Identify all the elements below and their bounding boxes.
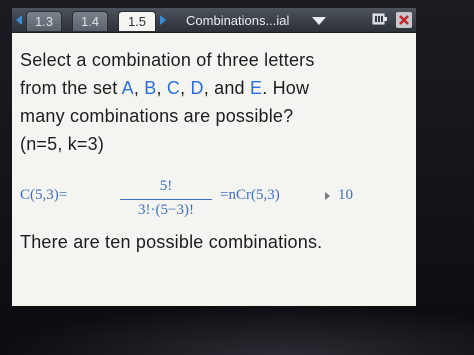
math-result: 10 (338, 187, 353, 203)
problem-line-2-prefix: from the set (20, 78, 122, 98)
battery-icon (372, 13, 387, 25)
right-arrow-icon[interactable] (160, 15, 166, 25)
result-arrow-icon (325, 192, 330, 200)
calculator-screen: 1.3 1.4 1.5 Combinations...ial Select a … (12, 8, 416, 306)
left-arrow-icon[interactable] (16, 15, 22, 25)
letter-d: D (190, 78, 204, 98)
math-box[interactable]: C(5,3)= 5! 3!·(5−3)! =nCr(5,3) 10 (20, 178, 412, 224)
fraction-denominator: 3!·(5−3)! (138, 202, 194, 218)
close-icon[interactable] (396, 12, 412, 28)
tab-1-5[interactable]: 1.5 (118, 11, 156, 31)
separator: , (180, 78, 191, 98)
title-bar: 1.3 1.4 1.5 Combinations...ial (12, 8, 416, 33)
document-title[interactable]: Combinations...ial (186, 11, 326, 30)
problem-line-2: from the set A, B, C, D, and E. How (20, 78, 412, 99)
conclusion-text: There are ten possible combinations. (20, 232, 323, 252)
problem-line-1: Select a combination of three letters (20, 50, 315, 70)
problem-line-2-suffix: . How (262, 78, 310, 98)
tab-1-3[interactable]: 1.3 (26, 11, 62, 31)
chevron-down-icon[interactable] (312, 17, 326, 25)
problem-line-4: (n=5, k=3) (20, 134, 105, 154)
letter-b: B (144, 78, 157, 98)
fraction-bar (120, 199, 212, 200)
letter-a: A (121, 78, 134, 98)
separator: , and (203, 78, 250, 98)
fraction-numerator: 5! (159, 178, 173, 194)
math-lhs: C(5,3)= (20, 187, 68, 203)
letter-e: E (249, 78, 263, 98)
device-bottom (0, 305, 474, 355)
fraction: 5! 3!·(5−3)! (118, 178, 214, 222)
separator: , (156, 78, 167, 98)
problem-line-3: many combinations are possible? (20, 106, 294, 126)
tab-1-4[interactable]: 1.4 (72, 11, 108, 31)
separator: , (133, 78, 145, 98)
letter-c: C (166, 78, 181, 98)
math-rhs: =nCr(5,3) (220, 187, 280, 203)
document-content: Select a combination of three letters fr… (20, 38, 412, 298)
